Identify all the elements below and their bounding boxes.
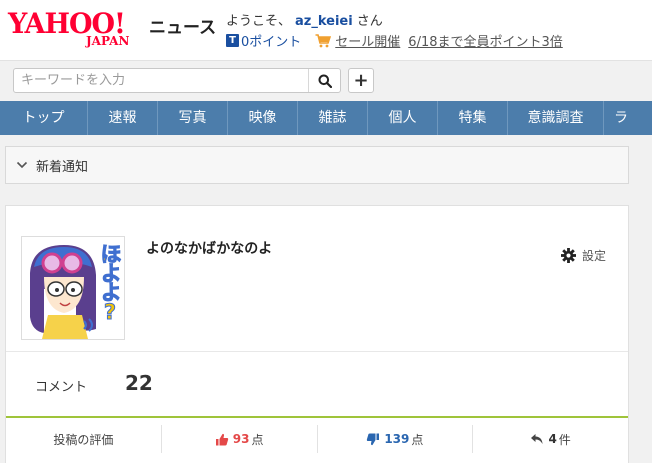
rating-label-cell: 投稿の評価 — [6, 425, 162, 453]
bad-rating[interactable]: 139 点 — [318, 425, 474, 453]
service-name[interactable]: ニュース — [149, 13, 216, 38]
points-row: T 0ポイント セール開催 6/18まで全員ポイント3倍 — [226, 31, 563, 50]
nav-item-photos[interactable]: 写真 — [158, 101, 228, 135]
avatar[interactable]: ほよよ? — [21, 236, 125, 340]
nav-item-more[interactable]: ラ — [604, 101, 652, 135]
cart-icon — [315, 33, 332, 47]
yahoo-japan-logo[interactable]: YAHOO! JAPAN — [8, 8, 148, 48]
gear-icon — [560, 248, 576, 263]
replies[interactable]: 4 件 — [473, 425, 628, 453]
nav-item-top[interactable]: トップ — [0, 101, 88, 135]
reply-count: 4 — [548, 432, 557, 446]
profile-card: ほよよ? よのなかばかなのよ 設定 コメント 22 投稿の評価 93 点 139… — [5, 205, 629, 463]
nav-item-breaking[interactable]: 速報 — [88, 101, 158, 135]
bad-count: 139 — [384, 432, 410, 446]
settings-label: 設定 — [581, 249, 606, 263]
good-count: 93 — [232, 432, 250, 446]
sale-link[interactable]: セール開催 — [335, 31, 400, 50]
notice-label: 新着通知 — [36, 159, 89, 175]
search-bar: + — [0, 60, 652, 101]
search-icon — [318, 74, 332, 88]
category-nav: トップ 速報 写真 映像 雑誌 個人 特集 意識調査 ラ — [0, 101, 652, 135]
nav-item-video[interactable]: 映像 — [228, 101, 298, 135]
welcome-suffix: さん — [356, 14, 383, 29]
good-rating[interactable]: 93 点 — [162, 425, 318, 453]
reply-icon — [531, 434, 543, 444]
bad-unit: 点 — [411, 432, 424, 447]
nav-item-magazine[interactable]: 雑誌 — [298, 101, 368, 135]
good-unit: 点 — [251, 432, 264, 447]
add-button[interactable]: + — [348, 68, 374, 93]
avatar-caption: ほよよ? — [98, 243, 123, 323]
nav-item-features[interactable]: 特集 — [438, 101, 508, 135]
thumbs-down-icon — [367, 433, 380, 445]
search-button[interactable] — [308, 69, 340, 92]
new-notifications-toggle[interactable]: 新着通知 — [5, 146, 629, 184]
search-input[interactable] — [15, 70, 307, 91]
sale-detail-link[interactable]: 6/18まで全員ポイント3倍 — [408, 31, 562, 50]
divider — [6, 351, 628, 352]
profile-username: よのなかばかなのよ — [146, 241, 273, 257]
rating-label: 投稿の評価 — [53, 432, 114, 447]
rating-stats: 投稿の評価 93 点 139 点 4 件 — [6, 418, 628, 458]
nav-item-survey[interactable]: 意識調査 — [508, 101, 604, 135]
points-link[interactable]: 0ポイント — [241, 31, 301, 50]
comment-label: コメント — [35, 380, 88, 395]
reply-unit: 件 — [558, 432, 571, 447]
comment-count: 22 — [125, 371, 153, 395]
chevron-down-icon — [16, 161, 28, 169]
welcome-prefix: ようこそ、 — [226, 14, 292, 29]
nav-item-individual[interactable]: 個人 — [368, 101, 438, 135]
welcome-message: ようこそ、 az_keiei さん — [226, 10, 383, 29]
username-link[interactable]: az_keiei — [295, 14, 353, 29]
logo-sub-text: JAPAN — [86, 34, 130, 48]
thumbs-up-icon — [215, 433, 228, 445]
search-box — [13, 68, 341, 93]
settings-button[interactable]: 設定 — [560, 247, 606, 264]
t-point-icon: T — [226, 34, 239, 47]
site-header: YAHOO! JAPAN ニュース ようこそ、 az_keiei さん T 0ポイン… — [0, 0, 652, 60]
